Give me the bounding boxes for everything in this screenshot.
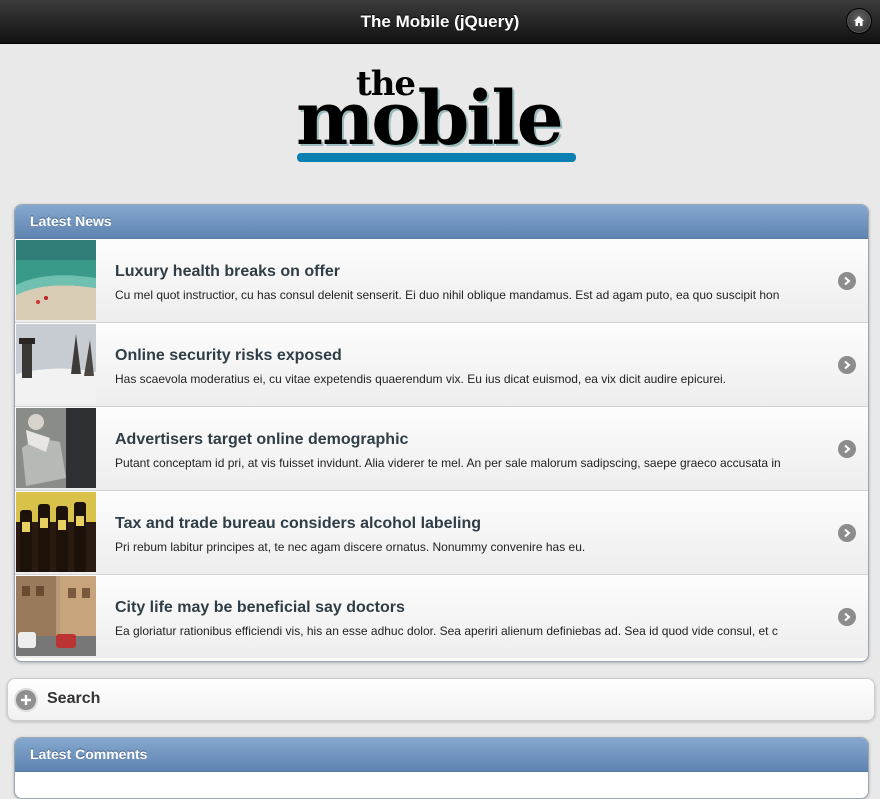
news-title: City life may be beneficial say doctors bbox=[115, 599, 405, 616]
news-item[interactable]: Luxury health breaks on offer Cu mel quo… bbox=[15, 239, 868, 322]
arrow-right-icon bbox=[838, 524, 856, 542]
page-title: The Mobile (jQuery) bbox=[360, 11, 520, 31]
app-header: The Mobile (jQuery) bbox=[0, 0, 880, 44]
news-list: Luxury health breaks on offer Cu mel quo… bbox=[15, 239, 868, 658]
logo-underline bbox=[297, 153, 576, 162]
news-title: Tax and trade bureau considers alcohol l… bbox=[115, 515, 482, 532]
latest-comments-panel: Latest Comments bbox=[14, 737, 869, 799]
news-item[interactable]: Advertisers target online demographic Pu… bbox=[15, 406, 868, 490]
bottles-thumbnail bbox=[16, 492, 96, 572]
news-item[interactable]: Tax and trade bureau considers alcohol l… bbox=[15, 490, 868, 574]
news-description: Cu mel quot instructior, cu has consul d… bbox=[115, 288, 780, 302]
search-label: Search bbox=[47, 690, 101, 707]
news-description: Ea gloriatur rationibus efficiendi vis, … bbox=[115, 624, 778, 638]
news-title: Advertisers target online demographic bbox=[115, 431, 409, 448]
news-item[interactable]: City life may be beneficial say doctors … bbox=[15, 574, 868, 658]
latest-news-heading: Latest News bbox=[15, 205, 868, 239]
news-description: Has scaevola moderatius ei, cu vitae exp… bbox=[115, 372, 726, 386]
home-button[interactable] bbox=[846, 8, 872, 34]
arrow-right-icon bbox=[838, 440, 856, 458]
search-collapsible[interactable]: Search bbox=[7, 678, 875, 721]
site-logo: the mobile bbox=[290, 62, 586, 170]
beach-thumbnail bbox=[16, 240, 96, 320]
latest-news-panel: Latest News Luxury health breaks on offe… bbox=[14, 204, 869, 662]
news-title: Luxury health breaks on offer bbox=[115, 263, 340, 280]
arrow-right-icon bbox=[838, 608, 856, 626]
news-description: Putant conceptam id pri, at vis fuisset … bbox=[115, 456, 781, 470]
home-icon bbox=[854, 16, 864, 26]
news-title: Online security risks exposed bbox=[115, 347, 342, 364]
logo-mobile: mobile bbox=[296, 76, 564, 162]
arrow-right-icon bbox=[838, 356, 856, 374]
street-thumbnail bbox=[16, 576, 96, 656]
sofa-thumbnail bbox=[16, 408, 96, 488]
latest-comments-heading: Latest Comments bbox=[15, 738, 868, 772]
news-description: Pri rebum labitur principes at, te nec a… bbox=[115, 540, 586, 554]
snow-tower-thumbnail bbox=[16, 324, 96, 404]
arrow-right-icon bbox=[838, 272, 856, 290]
news-item[interactable]: Online security risks exposed Has scaevo… bbox=[15, 322, 868, 406]
plus-icon bbox=[16, 690, 36, 710]
